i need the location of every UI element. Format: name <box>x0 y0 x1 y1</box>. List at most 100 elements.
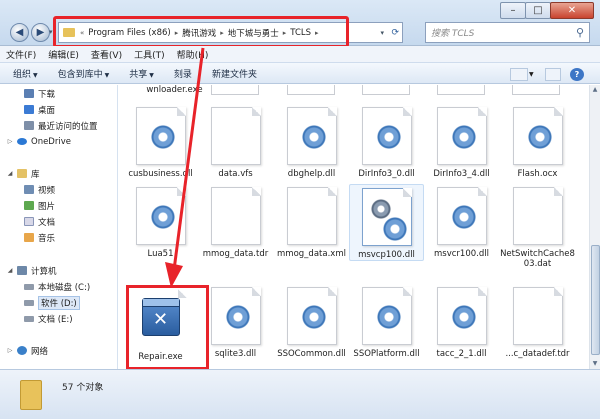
nav-item-libraries[interactable]: ◢ 库 <box>6 167 40 180</box>
close-button[interactable]: ✕ <box>550 2 594 19</box>
new-folder-button[interactable]: 新建文件夹 <box>212 67 257 80</box>
gear-icon <box>298 302 329 332</box>
file-item[interactable]: Lua51 <box>123 187 198 259</box>
forward-button[interactable]: ▶ <box>31 23 50 42</box>
file-item[interactable]: cusbusiness.dll <box>123 107 198 179</box>
gear-icon <box>373 302 404 332</box>
nav-item-onedrive[interactable]: ▷ OneDrive <box>6 135 71 148</box>
desktop-icon <box>24 105 34 114</box>
burn-button[interactable]: 刻录 <box>174 67 192 80</box>
scroll-down-icon[interactable]: ▼ <box>590 359 600 369</box>
nav-item-documents[interactable]: 文档 <box>24 215 55 228</box>
file-item[interactable]: mmog_data.tdr <box>198 187 273 259</box>
nav-item-drive-d[interactable]: 软件 (D:) <box>24 295 80 310</box>
file-thumbnail-partial[interactable] <box>512 85 560 95</box>
navigation-pane: 下载 桌面 最近访问的位置 ▷ OneDrive ◢ 库 视频 图片 文档 音乐… <box>0 85 118 369</box>
preview-pane-button[interactable] <box>545 68 561 81</box>
refresh-icon[interactable]: ⟳ <box>391 28 399 38</box>
recent-places-icon <box>24 121 34 130</box>
menu-edit[interactable]: 编辑(E) <box>48 48 79 61</box>
file-item[interactable]: sqlite3.dll <box>198 287 273 359</box>
object-count: 57 个对象 <box>62 383 104 393</box>
nav-item-music[interactable]: 音乐 <box>24 231 55 244</box>
search-input[interactable]: 搜索 TCLS ⚲ <box>425 22 590 43</box>
menu-tools[interactable]: 工具(T) <box>134 48 165 61</box>
breadcrumb-dnf[interactable]: 地下城与勇士 <box>225 27 282 39</box>
file-item[interactable]: data.vfs <box>198 107 273 179</box>
forward-arrow-icon: ▶ <box>36 27 45 38</box>
menu-view[interactable]: 查看(V) <box>91 48 122 61</box>
nav-item-computer[interactable]: ◢ 计算机 <box>6 264 57 277</box>
file-name: msvcp100.dll <box>358 250 415 260</box>
nav-item-recent-places[interactable]: 最近访问的位置 <box>24 119 98 132</box>
collapse-arrow-icon[interactable]: ◢ <box>6 170 14 177</box>
file-name: tacc_2_1.dll <box>436 349 487 359</box>
file-thumbnail-partial[interactable] <box>211 85 259 95</box>
menu-help[interactable]: 帮助(H) <box>177 48 209 61</box>
nav-item-drive-e[interactable]: 文档 (E:) <box>24 312 73 325</box>
file-item[interactable]: wnloader.exe <box>137 85 212 95</box>
file-item[interactable]: NetSwitchCache803.dat <box>500 187 575 269</box>
scroll-up-icon[interactable]: ▲ <box>590 85 600 95</box>
nav-item-network[interactable]: ▷ 网络 <box>6 344 48 357</box>
nav-item-drive-c[interactable]: 本地磁盘 (C:) <box>24 280 90 293</box>
view-options-caret-icon[interactable]: ▼ <box>529 71 534 84</box>
expand-arrow-icon[interactable]: ▷ <box>6 347 14 354</box>
file-item-repair[interactable]: ✕ Repair.exe <box>123 289 198 362</box>
file-item[interactable]: SSOPlatform.dll <box>349 287 424 359</box>
address-bar[interactable]: « Program Files (x86) ▸ 腾讯游戏 ▸ 地下城与勇士 ▸ … <box>58 22 403 43</box>
video-icon <box>24 185 34 194</box>
breadcrumb-separator[interactable]: ▸ <box>314 29 320 37</box>
file-item[interactable]: msvcr100.dll <box>424 187 499 259</box>
nav-item-videos[interactable]: 视频 <box>24 183 55 196</box>
menu-bar: 文件(F) 编辑(E) 查看(V) 工具(T) 帮助(H) <box>0 46 600 62</box>
breadcrumb-program-files[interactable]: Program Files (x86) <box>85 28 173 38</box>
search-icon[interactable]: ⚲ <box>576 26 584 39</box>
nav-item-downloads[interactable]: 下载 <box>24 87 55 100</box>
network-icon <box>17 346 27 355</box>
breadcrumb-tcls[interactable]: TCLS <box>287 28 314 38</box>
file-name: data.vfs <box>218 169 253 179</box>
include-in-library-button[interactable]: 包含到库中 ▼ <box>58 67 110 80</box>
file-name: Lua51 <box>147 249 174 259</box>
help-icon[interactable]: ? <box>570 68 584 81</box>
nav-item-desktop[interactable]: 桌面 <box>24 103 55 116</box>
back-button[interactable]: ◀ <box>10 23 29 42</box>
share-button[interactable]: 共享 ▼ <box>129 67 154 80</box>
change-view-button[interactable] <box>510 68 528 81</box>
file-thumbnail-partial[interactable] <box>287 85 335 95</box>
gear-icon <box>448 302 479 332</box>
organize-button[interactable]: 组织 ▼ <box>13 67 38 80</box>
file-item[interactable]: Flash.ocx <box>500 107 575 179</box>
recent-pages-dropdown[interactable]: ▾ <box>49 28 53 36</box>
file-name: mmog_data.xml <box>277 249 346 259</box>
nav-item-pictures[interactable]: 图片 <box>24 199 55 212</box>
file-item[interactable]: tacc_2_1.dll <box>424 287 499 359</box>
minimize-button[interactable]: – <box>500 2 526 19</box>
file-item-hovered[interactable]: msvcp100.dll <box>349 184 424 261</box>
dll-file-icon <box>210 287 261 345</box>
file-thumbnail-partial[interactable] <box>362 85 410 95</box>
file-name: SSOPlatform.dll <box>353 349 420 359</box>
menu-file[interactable]: 文件(F) <box>6 48 36 61</box>
file-thumbnail-partial[interactable] <box>437 85 485 95</box>
file-item[interactable]: DirInfo3_0.dll <box>349 107 424 179</box>
command-toolbar: 组织 ▼ 包含到库中 ▼ 共享 ▼ 刻录 新建文件夹 ▼ ? <box>0 62 600 84</box>
address-dropdown-icon[interactable]: ▾ <box>380 29 384 37</box>
breadcrumb-tencent-games[interactable]: 腾讯游戏 <box>179 27 219 39</box>
file-item[interactable]: mmog_data.xml <box>274 187 349 259</box>
file-item[interactable]: DirInfo3_4.dll <box>424 107 499 179</box>
file-list: wnloader.exe cusbusiness.dll data.vfs db… <box>119 85 589 369</box>
vertical-scrollbar[interactable]: ▲ ▼ <box>589 85 600 369</box>
folder-icon <box>63 28 75 37</box>
maximize-button[interactable]: □ <box>525 2 551 19</box>
file-item[interactable]: ...c_datadef.tdr <box>500 287 575 359</box>
scrollbar-thumb[interactable] <box>591 245 600 355</box>
collapse-arrow-icon[interactable]: ◢ <box>6 267 14 274</box>
dll-file-icon <box>436 187 487 245</box>
expand-arrow-icon[interactable]: ▷ <box>6 138 14 145</box>
file-item[interactable]: SSOCommon.dll <box>274 287 349 359</box>
file-item[interactable]: dbghelp.dll <box>274 107 349 179</box>
back-arrow-icon: ◀ <box>15 27 24 38</box>
search-placeholder: 搜索 TCLS <box>431 29 475 39</box>
